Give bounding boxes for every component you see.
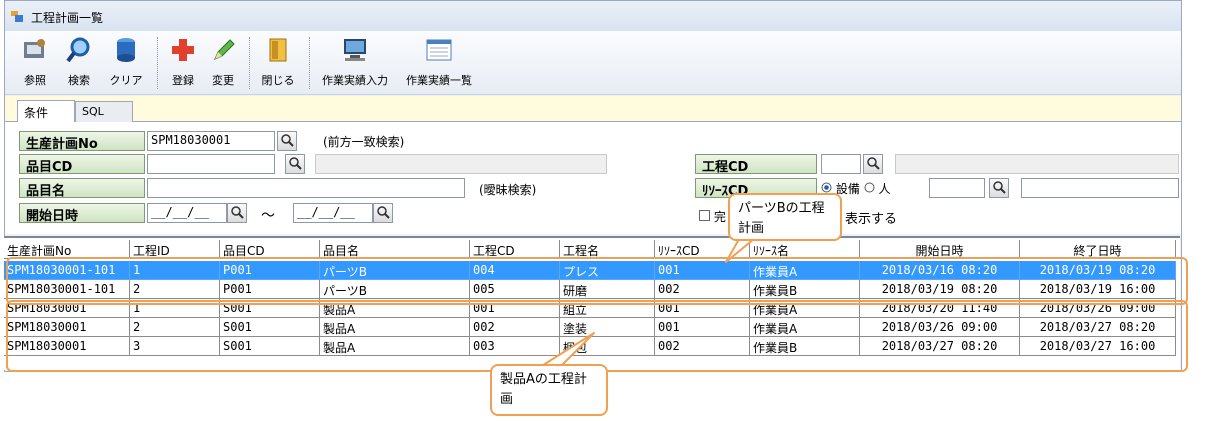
process-cd-input[interactable] — [821, 154, 861, 174]
condition-panel: 生産計画No SPM18030001 (前方一致検索) 品目CD 工程CD 品目… — [5, 122, 1181, 234]
toolbar: 参照 検索 クリア 登録 変更 閉じる 作業実績入力 作業実績一覧 — [5, 31, 1181, 95]
tab-strip: 条件 SQL — [5, 96, 1181, 122]
window-title: 工程計画一覧 — [31, 11, 104, 25]
close-button[interactable]: 閉じる — [255, 31, 301, 93]
complete-checkbox[interactable]: 完 — [699, 208, 726, 225]
search-icon — [289, 157, 302, 170]
resource-cd-input[interactable] — [929, 178, 985, 198]
close-label: 閉じる — [261, 74, 295, 87]
plan-no-label: 生産計画No — [19, 131, 145, 152]
search-button[interactable]: 検索 — [59, 31, 99, 93]
work-result-input-label: 作業実績入力 — [322, 74, 388, 87]
work-result-list-label: 作業実績一覧 — [406, 74, 472, 87]
title-bar: 工程計画一覧 — [5, 1, 1181, 31]
process-cd-label: 工程CD — [695, 154, 817, 175]
radio-person[interactable]: 人 — [864, 182, 891, 196]
parts-b-callout: パーツBの工程計画 — [728, 193, 842, 241]
work-result-list-button[interactable]: 作業実績一覧 — [399, 31, 479, 93]
start-date-to-input[interactable]: __/__/__ — [293, 203, 373, 223]
search-icon — [66, 37, 90, 63]
clear-label: クリア — [109, 74, 143, 87]
tab-conditions[interactable]: 条件 — [17, 100, 75, 122]
start-date-from-picker[interactable] — [227, 203, 247, 223]
reference-icon — [24, 39, 45, 58]
edit-icon — [214, 39, 235, 60]
close-door-icon — [269, 38, 287, 62]
work-result-input-button[interactable]: 作業実績入力 — [315, 31, 395, 93]
search-icon — [993, 181, 1006, 194]
radio-equipment-label: 設備 — [835, 182, 860, 196]
resource-cd-search-button[interactable] — [989, 178, 1009, 198]
item-name-display — [315, 154, 607, 174]
parts-b-highlight — [6, 257, 1188, 305]
start-date-from-input[interactable]: __/__/__ — [147, 203, 227, 223]
app-icon — [11, 11, 23, 22]
toolbar-separator — [309, 37, 311, 89]
item-cd-input[interactable] — [147, 154, 275, 174]
register-label: 登録 — [172, 74, 194, 87]
search-icon — [231, 206, 244, 219]
start-date-to-picker[interactable] — [373, 203, 393, 223]
prefix-search-note: (前方一致検索) — [323, 135, 405, 149]
radio-person-label: 人 — [878, 182, 891, 196]
complete-checkbox-label: 完 — [713, 210, 726, 224]
register-button[interactable]: 登録 — [163, 31, 203, 93]
radio-checked-icon — [821, 182, 832, 193]
item-cd-label: 品目CD — [19, 154, 145, 175]
work-result-list-icon — [426, 39, 452, 61]
checkbox-unchecked-icon — [699, 210, 710, 221]
process-cd-search-button[interactable] — [863, 154, 883, 174]
date-range-tilde: 〜 — [261, 208, 275, 224]
item-cd-search-button[interactable] — [285, 154, 305, 174]
search-icon — [377, 206, 390, 219]
item-name-label: 品目名 — [19, 178, 145, 199]
clear-button[interactable]: クリア — [101, 31, 151, 93]
reference-button[interactable]: 参照 — [13, 31, 57, 93]
clear-icon — [117, 38, 135, 62]
toolbar-separator — [157, 37, 159, 89]
product-a-highlight — [6, 300, 1188, 372]
search-icon — [867, 157, 880, 170]
work-result-input-icon — [344, 39, 366, 61]
show-label: 表示する — [845, 212, 898, 227]
tab-sql[interactable]: SQL — [75, 101, 133, 122]
add-icon — [172, 39, 194, 61]
search-icon — [281, 134, 294, 147]
search-label: 検索 — [68, 74, 90, 87]
reference-label: 参照 — [24, 74, 46, 87]
process-name-display — [895, 154, 1179, 174]
toolbar-separator — [249, 37, 251, 89]
edit-label: 変更 — [212, 74, 234, 87]
resource-name-input[interactable] — [1021, 178, 1179, 198]
fuzzy-search-note: (曖昧検索) — [479, 183, 537, 197]
edit-button[interactable]: 変更 — [203, 31, 243, 93]
plan-no-search-button[interactable] — [277, 131, 297, 151]
start-date-label: 開始日時 — [19, 203, 145, 224]
plan-no-input[interactable]: SPM18030001 — [147, 131, 275, 151]
item-name-input[interactable] — [147, 178, 465, 198]
radio-unchecked-icon — [864, 182, 875, 193]
product-a-callout: 製品Aの工程計画 — [490, 364, 608, 416]
